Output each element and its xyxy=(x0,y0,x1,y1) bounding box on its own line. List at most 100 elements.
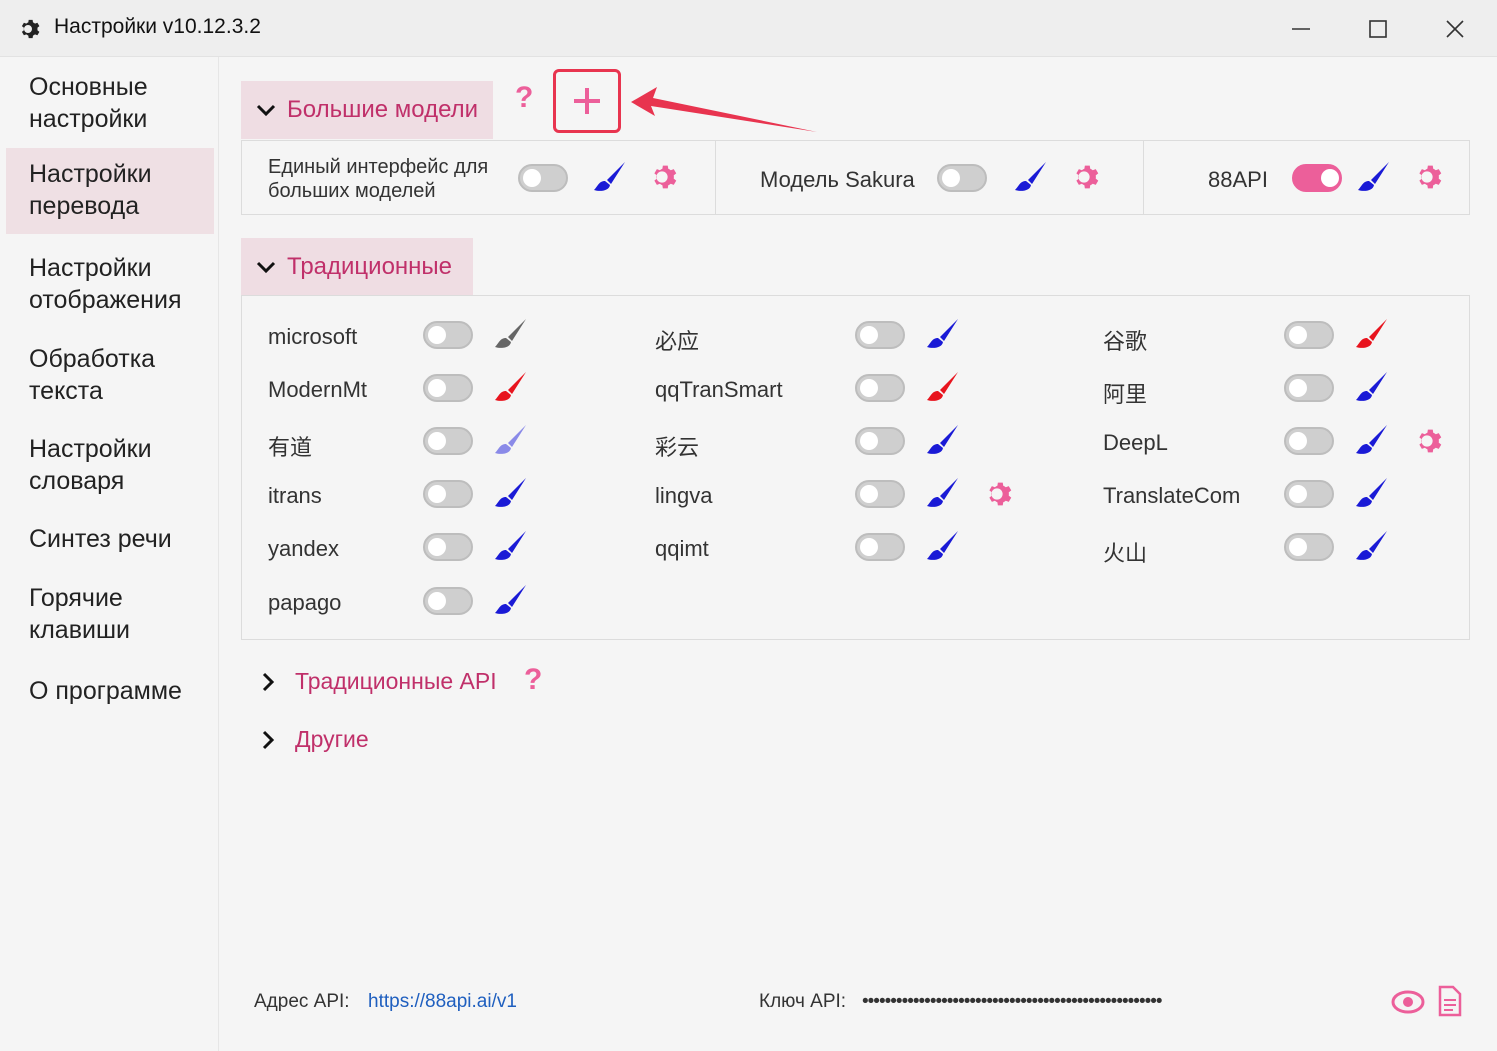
translator-label: ModernMt xyxy=(268,377,368,402)
section-title: Большие модели xyxy=(287,96,479,123)
brush-icon[interactable] xyxy=(592,159,628,195)
sidebar-item-label: О программе xyxy=(29,677,182,705)
brush-icon[interactable] xyxy=(1354,475,1390,511)
brush-icon[interactable] xyxy=(493,422,529,458)
translator-toggle[interactable] xyxy=(855,374,905,402)
sidebar-item-about[interactable]: О программе xyxy=(6,675,214,715)
section-header-llm[interactable]: Большие модели xyxy=(241,81,493,139)
translator-toggle[interactable] xyxy=(423,587,473,615)
brush-icon[interactable] xyxy=(493,582,529,618)
translator-label: 有道 xyxy=(268,435,313,460)
gear-icon[interactable] xyxy=(647,162,677,192)
sidebar-item-tts[interactable]: Синтез речи xyxy=(6,523,214,563)
close-button[interactable] xyxy=(1435,12,1475,46)
brush-icon[interactable] xyxy=(493,528,529,564)
brush-icon[interactable] xyxy=(1354,316,1390,352)
brush-icon[interactable] xyxy=(1354,422,1390,458)
sidebar-item-dictionary[interactable]: Настройки словаря xyxy=(6,433,214,503)
sidebar-item-label: Синтез речи xyxy=(29,525,172,553)
translator-toggle[interactable] xyxy=(1284,321,1334,349)
llm-toggle-unified[interactable] xyxy=(518,164,568,192)
translator-label: 必应 xyxy=(655,329,700,354)
sidebar: Основные настройки Настройки перевода На… xyxy=(0,57,219,1051)
gear-icon[interactable] xyxy=(1069,162,1099,192)
llm-item-label: Модель Sakura xyxy=(760,167,915,192)
close-icon xyxy=(1446,20,1464,38)
sidebar-item-label: словаря xyxy=(29,467,125,495)
gear-icon[interactable] xyxy=(1412,426,1442,456)
brush-icon[interactable] xyxy=(1354,369,1390,405)
sidebar-item-translation[interactable]: Настройки перевода xyxy=(6,148,214,234)
eye-icon[interactable] xyxy=(1391,987,1425,1017)
translator-label: 火山 xyxy=(1103,541,1148,566)
help-icon[interactable]: ? xyxy=(515,81,533,115)
brush-icon[interactable] xyxy=(1356,159,1392,195)
panel-divider xyxy=(1143,141,1144,214)
translator-label: yandex xyxy=(268,536,339,561)
llm-item-label: 88API xyxy=(1208,167,1268,192)
translator-label: qqTranSmart xyxy=(655,377,783,402)
translator-label: lingva xyxy=(655,483,713,508)
sidebar-item-label: настройки xyxy=(29,105,148,133)
gear-icon[interactable] xyxy=(1412,162,1442,192)
section-header-traditional-api[interactable]: Традиционные API xyxy=(257,668,497,695)
translator-label: 谷歌 xyxy=(1103,329,1148,354)
sidebar-item-display[interactable]: Настройки отображения xyxy=(6,252,214,322)
brush-icon[interactable] xyxy=(925,475,961,511)
brush-icon[interactable] xyxy=(925,369,961,405)
add-model-button[interactable] xyxy=(553,69,621,133)
translator-toggle[interactable] xyxy=(1284,427,1334,455)
translator-toggle[interactable] xyxy=(423,480,473,508)
sidebar-item-label: Горячие xyxy=(29,584,123,612)
brush-icon[interactable] xyxy=(925,316,961,352)
sidebar-item-label: Настройки xyxy=(29,254,152,282)
help-icon[interactable]: ? xyxy=(524,663,542,697)
section-title: Традиционные xyxy=(287,253,453,280)
translator-toggle[interactable] xyxy=(855,427,905,455)
arrow-annotation-icon xyxy=(631,87,817,132)
brush-icon[interactable] xyxy=(493,475,529,511)
document-icon[interactable] xyxy=(1437,985,1463,1017)
translator-toggle[interactable] xyxy=(423,321,473,349)
minimize-button[interactable] xyxy=(1281,12,1321,46)
translator-toggle[interactable] xyxy=(1284,480,1334,508)
sidebar-item-basic[interactable]: Основные настройки xyxy=(6,71,214,141)
translator-toggle[interactable] xyxy=(855,480,905,508)
translator-label: TranslateCom xyxy=(1103,483,1241,508)
gear-icon[interactable] xyxy=(982,479,1012,509)
brush-icon[interactable] xyxy=(493,369,529,405)
plus-icon xyxy=(574,88,600,114)
sidebar-item-label: Настройки xyxy=(29,435,152,463)
translator-toggle[interactable] xyxy=(855,533,905,561)
chevron-right-icon xyxy=(262,672,275,691)
sidebar-item-label: Обработка xyxy=(29,345,156,373)
sidebar-item-hotkeys[interactable]: Горячие клавиши xyxy=(6,582,214,652)
api-address-label: Адрес API: xyxy=(254,991,350,1012)
translator-toggle[interactable] xyxy=(1284,533,1334,561)
sidebar-item-label: перевода xyxy=(29,192,140,220)
section-header-others[interactable]: Другие xyxy=(257,726,369,753)
brush-icon[interactable] xyxy=(925,528,961,564)
sidebar-item-label: Основные xyxy=(29,73,148,101)
brush-icon[interactable] xyxy=(493,316,529,352)
sidebar-item-label: отображения xyxy=(29,286,182,314)
maximize-button[interactable] xyxy=(1358,12,1398,46)
brush-icon[interactable] xyxy=(1013,159,1049,195)
llm-toggle-sakura[interactable] xyxy=(937,164,987,192)
brush-icon[interactable] xyxy=(1354,528,1390,564)
api-key-label: Ключ API: xyxy=(759,991,847,1012)
translator-toggle[interactable] xyxy=(423,427,473,455)
api-key-field[interactable]: ••••••••••••••••••••••••••••••••••••••••… xyxy=(862,991,1372,1013)
api-address-link[interactable]: https://88api.ai/v1 xyxy=(368,991,517,1013)
sidebar-item-text-processing[interactable]: Обработка текста xyxy=(6,343,214,413)
section-header-traditional[interactable]: Традиционные xyxy=(241,238,473,296)
llm-toggle-88api[interactable] xyxy=(1292,164,1342,192)
translator-toggle[interactable] xyxy=(855,321,905,349)
translator-label: DeepL xyxy=(1103,430,1168,455)
translator-toggle[interactable] xyxy=(423,374,473,402)
translator-toggle[interactable] xyxy=(1284,374,1334,402)
sidebar-item-label: клавиши xyxy=(29,616,130,644)
translator-toggle[interactable] xyxy=(423,533,473,561)
window-title: Настройки v10.12.3.2 xyxy=(54,15,261,38)
brush-icon[interactable] xyxy=(925,422,961,458)
